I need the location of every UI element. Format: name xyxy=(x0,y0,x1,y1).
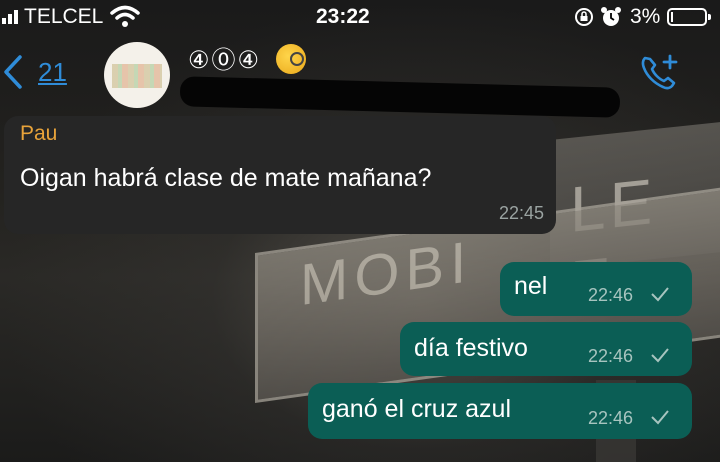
battery-icon xyxy=(667,8,711,26)
message-bubble-outgoing[interactable]: día festivo 22:46 xyxy=(400,322,692,376)
redacted-participants xyxy=(179,76,621,118)
signal-icon xyxy=(2,10,18,24)
message-bubble-incoming[interactable]: Pau Oigan habrá clase de mate mañana? 22… xyxy=(4,116,556,234)
status-time: 23:22 xyxy=(316,5,370,28)
monocle-emoji-icon xyxy=(276,44,306,74)
message-bubble-outgoing[interactable]: ganó el cruz azul 22:46 xyxy=(308,383,692,439)
wifi-icon xyxy=(110,5,140,27)
alarm-icon xyxy=(601,7,621,26)
unread-chats-count[interactable]: 21 xyxy=(38,57,67,88)
message-time: 22:46 xyxy=(588,346,634,366)
check-icon xyxy=(651,410,669,425)
battery-percent: 3% xyxy=(630,5,661,28)
add-call-icon[interactable] xyxy=(636,50,682,96)
message-bubble-outgoing[interactable]: nel 22:46 xyxy=(500,262,692,316)
message-time: 22:45 xyxy=(498,203,544,223)
message-time: 22:46 xyxy=(588,408,634,428)
message-text: nel xyxy=(514,272,548,300)
check-icon xyxy=(651,287,669,302)
message-text: día festivo xyxy=(414,334,528,362)
rotation-lock-icon xyxy=(575,8,593,26)
chevron-left-icon xyxy=(4,55,22,89)
chat-header: 21 ④⓪④ xyxy=(0,34,720,118)
status-bar: TELCEL 23:22 3% xyxy=(0,0,720,34)
message-time: 22:46 xyxy=(588,285,634,305)
carrier-name: TELCEL xyxy=(24,5,104,28)
back-button[interactable]: 21 xyxy=(0,54,67,90)
message-sender[interactable]: Pau xyxy=(20,122,57,146)
message-text: Oigan habrá clase de mate mañana? xyxy=(20,164,432,192)
group-avatar[interactable] xyxy=(104,42,170,108)
check-icon xyxy=(651,348,669,363)
chat-title[interactable]: ④⓪④ xyxy=(188,40,261,75)
message-text: ganó el cruz azul xyxy=(322,395,512,423)
